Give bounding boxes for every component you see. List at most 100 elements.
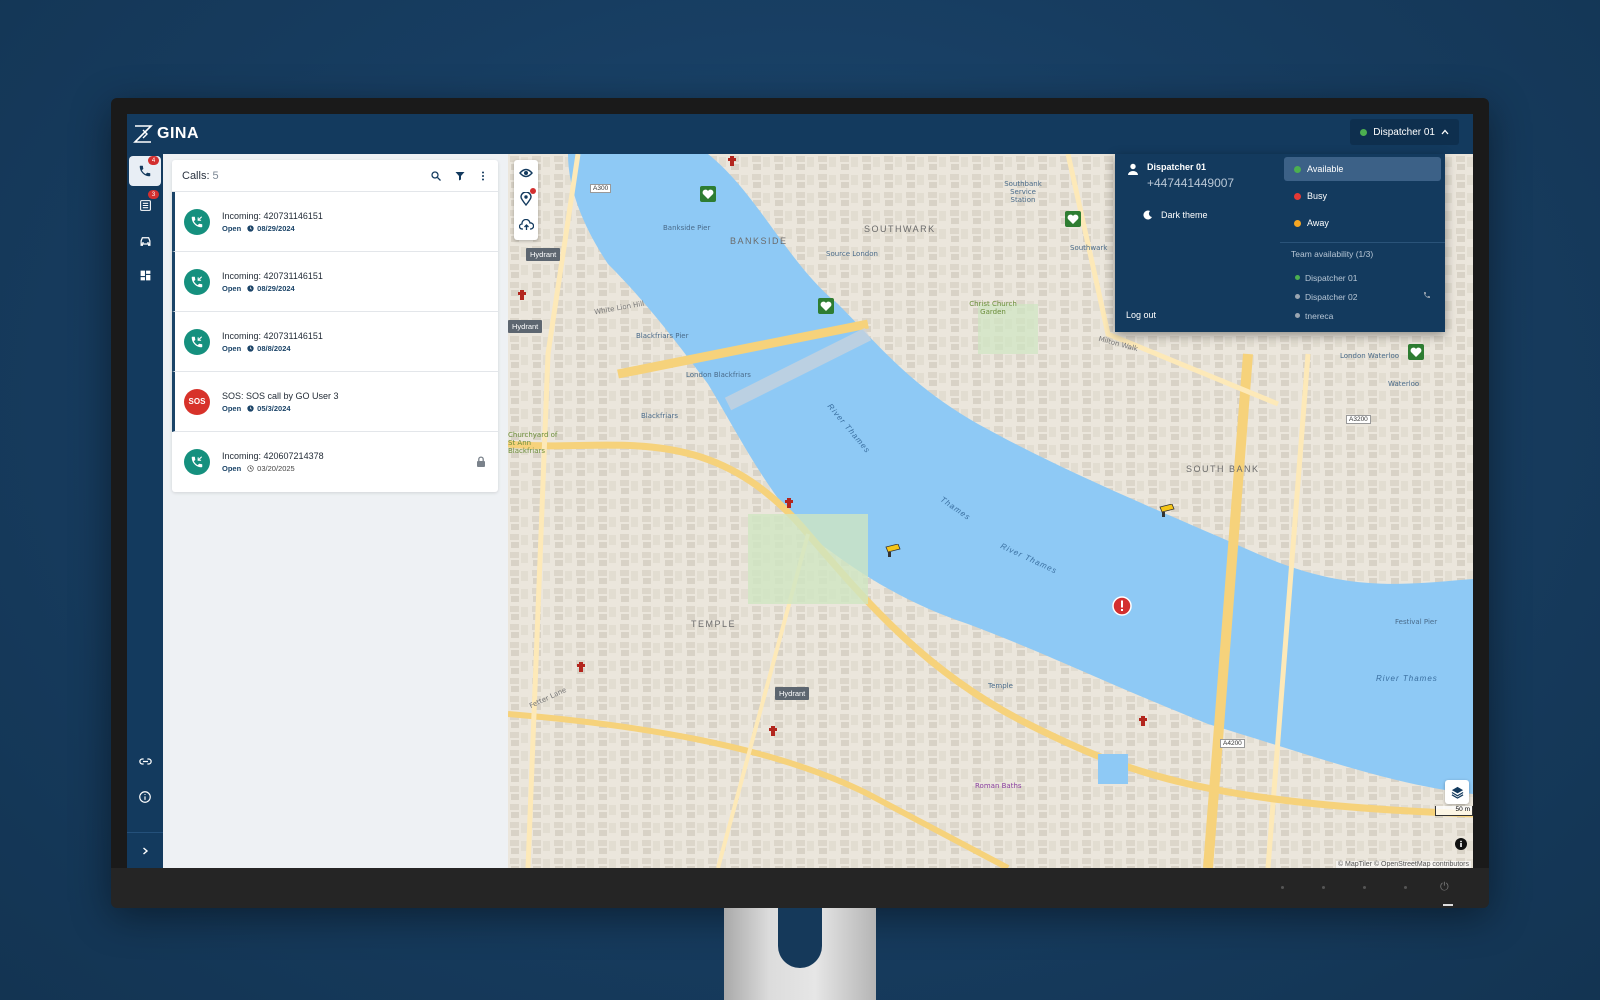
call-date: 08/29/2024 (247, 224, 295, 233)
app-logo[interactable]: GINA (133, 124, 199, 144)
place-label: Temple (988, 682, 1013, 690)
more-vertical-icon[interactable] (478, 170, 488, 182)
sidebar-item-dashboard[interactable] (129, 260, 161, 290)
call-list-item[interactable]: Incoming: 420731146151 Open 08/29/2024 (172, 252, 498, 312)
team-member-name: Dispatcher 02 (1305, 291, 1358, 302)
team-member-name: tnereca (1305, 310, 1334, 321)
place-label: Christ Church Garden (969, 300, 1017, 316)
calls-header: Calls: 5 (172, 160, 498, 192)
call-date: 08/8/2024 (247, 344, 291, 353)
app-screen: GINA Dispatcher 01 4 3 Calls: 5 Incoming… (127, 114, 1473, 868)
clock-icon (247, 284, 254, 292)
defibrillator-icon[interactable] (1065, 211, 1081, 227)
road-shield: A4200 (1220, 739, 1245, 748)
place-label: Churchyard of St Ann Blackfriars (508, 431, 558, 455)
hydrant-icon[interactable] (576, 660, 586, 674)
hydrant-icon[interactable] (727, 154, 737, 168)
top-bar: GINA Dispatcher 01 (127, 114, 1473, 154)
monitor-button (1363, 886, 1366, 889)
place-label: Blackfriars Pier (636, 332, 689, 340)
alert-icon[interactable] (1112, 596, 1132, 616)
dashboard-icon (140, 270, 150, 280)
attribution-info-icon[interactable] (1455, 838, 1467, 850)
status-dot (1294, 192, 1301, 200)
chevron-right-icon (143, 846, 149, 855)
call-title: Incoming: 420731146151 (222, 210, 323, 221)
hydrant-tag[interactable]: Hydrant (775, 687, 810, 700)
phone-incoming-icon (191, 215, 203, 227)
team-member: Dispatcher 02 (1295, 287, 1441, 306)
hydrant-icon[interactable] (768, 724, 778, 738)
app-name: GINA (157, 125, 199, 142)
defibrillator-icon[interactable] (700, 186, 716, 202)
info-icon (139, 791, 151, 803)
road-shield: A300 (590, 184, 612, 193)
status-option-label: Away (1307, 218, 1329, 228)
dispatcher-button-label: Dispatcher 01 (1373, 126, 1435, 138)
status-dot (1295, 275, 1300, 280)
monitor-stand-hole (778, 908, 822, 968)
place-label: London Waterloo (1340, 352, 1400, 360)
place-label: London Blackfriars (686, 371, 751, 379)
call-list-item[interactable]: Incoming: 420731146151 Open 08/8/2024 (172, 312, 498, 372)
status-dot (1294, 165, 1301, 173)
filter-icon[interactable] (454, 170, 466, 182)
call-list-item[interactable]: SOS SOS: SOS call by GO User 3 Open 05/3… (172, 372, 498, 432)
sidebar-item-reports[interactable]: 3 (129, 190, 161, 220)
team-member: Dispatcher 01 (1295, 268, 1441, 287)
call-list-item[interactable]: Incoming: 420607214378 Open 03/20/2025 (172, 432, 498, 492)
status-option-busy[interactable]: Busy (1284, 184, 1441, 208)
dispatcher-menu-button[interactable]: Dispatcher 01 (1350, 119, 1459, 145)
sidebar-item-vehicles[interactable] (129, 226, 161, 256)
person-icon (1128, 163, 1138, 175)
layers-button[interactable] (1445, 780, 1469, 804)
poi-button[interactable] (514, 186, 538, 212)
sidebar-item-links[interactable] (129, 746, 161, 776)
visibility-button[interactable] (514, 160, 538, 186)
half-moon-icon (1143, 210, 1152, 220)
status-option-away[interactable]: Away (1284, 211, 1441, 235)
place-label: Festival Pier (1395, 618, 1438, 626)
sos-label: SOS (188, 397, 206, 406)
hydrant-icon[interactable] (1138, 714, 1148, 728)
camera-icon[interactable] (884, 544, 904, 558)
place-label: Roman Baths (975, 782, 1022, 790)
power-led (1443, 904, 1453, 906)
hydrant-tag[interactable]: Hydrant (508, 320, 543, 333)
hydrant-icon[interactable] (517, 288, 527, 302)
gina-logo-icon (133, 125, 153, 143)
dropdown-user-name: Dispatcher 01 (1147, 162, 1207, 172)
status-list: Available Busy Away (1284, 157, 1441, 238)
clock-icon (247, 224, 254, 232)
call-status: Open (222, 223, 242, 233)
cloud-upload-button[interactable] (514, 212, 538, 238)
phone-incoming-icon (191, 335, 203, 347)
status-option-label: Busy (1307, 191, 1328, 201)
call-date: 05/3/2024 (247, 404, 291, 413)
scale-bar: 50 m (1435, 806, 1473, 816)
phone-incoming-icon (191, 275, 203, 287)
sidebar-item-calls[interactable]: 4 (129, 156, 161, 186)
logout-button[interactable]: Log out (1126, 310, 1156, 320)
status-dot (1295, 313, 1300, 318)
link-icon (138, 757, 152, 765)
hydrant-tag[interactable]: Hydrant (526, 248, 561, 261)
sidebar-item-info[interactable] (129, 782, 161, 812)
defibrillator-icon[interactable] (1408, 344, 1424, 360)
call-list-item[interactable]: Incoming: 420731146151 Open 08/29/2024 (172, 192, 498, 252)
defibrillator-icon[interactable] (818, 298, 834, 314)
sidebar-expand-button[interactable] (127, 832, 163, 868)
dark-theme-label: Dark theme (1161, 210, 1208, 220)
divider (1280, 242, 1445, 243)
search-icon[interactable] (430, 170, 442, 182)
camera-icon[interactable] (1158, 504, 1178, 518)
hydrant-icon[interactable] (784, 496, 794, 510)
calls-title: Calls: 5 (182, 169, 219, 182)
place-label: Southwark (1070, 244, 1108, 252)
call-status: Open (222, 343, 242, 353)
layers-icon (1451, 786, 1463, 799)
dark-theme-toggle[interactable]: Dark theme (1143, 210, 1208, 220)
status-option-available[interactable]: Available (1284, 157, 1441, 181)
call-title: Incoming: 420731146151 (222, 270, 323, 281)
status-option-label: Available (1307, 164, 1344, 174)
